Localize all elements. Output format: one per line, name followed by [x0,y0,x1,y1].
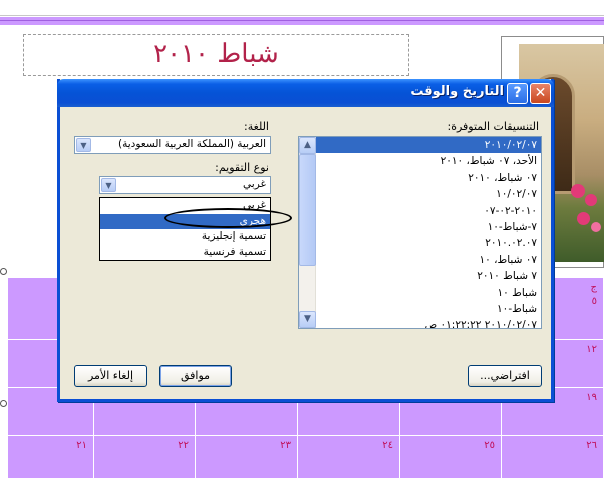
title-text-frame[interactable]: شباط ٢٠١٠ [23,34,409,76]
calendar-option[interactable]: تسمية فرنسية [100,245,270,261]
language-select[interactable]: العربية (المملكة العربية السعودية) ▼ [74,136,271,154]
chevron-down-icon[interactable]: ▼ [76,138,91,152]
format-item[interactable]: ٢٠١٠.٠٢.٠٧ [316,235,541,251]
calendar-type-value: غربي [243,178,266,190]
cancel-button[interactable]: إلغاء الأمر [74,365,147,387]
calendar-day-cell: ٢٢ [94,436,196,484]
format-item[interactable]: ٧ شباط ٢٠١٠ [316,268,541,284]
date-time-dialog: التاريخ والوقت ? ✕ التنسيقات المتوفرة: ٢… [57,79,554,402]
format-item[interactable]: ١٠/٠٢/٠٧ [316,186,541,202]
dialog-titlebar[interactable]: التاريخ والوقت ? ✕ [57,79,554,107]
formats-listbox[interactable]: ٢٠١٠/٠٢/٠٧ الأحد، ٠٧ شباط، ٢٠١٠ ٠٧ شباط، ٢… [298,136,542,329]
formats-label: التنسيقات المتوفرة: [447,120,539,133]
calendar-type-label: نوع التقويم: [215,161,269,174]
calendar-type-select[interactable]: غربي ▼ [99,176,271,194]
format-item[interactable]: ٢٠١٠-٠٢-٠٧ [316,203,541,219]
calendar-day-cell: ٢٤ [298,436,400,484]
formats-scrollbar[interactable]: ▲ ▼ [299,137,316,328]
scroll-thumb[interactable] [299,154,316,266]
format-item[interactable]: ٠٧ شباط، ٢٠١٠ [316,170,541,186]
calendar-day-cell: ٢٣ [196,436,298,484]
default-button[interactable]: افتراضي... [468,365,542,387]
format-item[interactable]: ٧-شباط-١٠ [316,219,541,235]
language-label: اللغة: [244,120,269,133]
selection-handle[interactable] [0,268,7,275]
help-button[interactable]: ? [507,83,528,104]
scroll-up-icon[interactable]: ▲ [299,137,316,154]
language-value: العربية (المملكة العربية السعودية) [118,138,266,150]
close-button[interactable]: ✕ [530,83,551,104]
publication-title: شباط ٢٠١٠ [153,39,279,69]
calendar-option[interactable]: تسمية إنجليزية [100,229,270,245]
calendar-day-cell: ٢٦ [502,436,604,484]
format-item[interactable]: شباط ١٠ [316,285,541,301]
format-item[interactable]: الأحد، ٠٧ شباط، ٢٠١٠ [316,153,541,169]
ruler-band [0,0,604,16]
ok-button[interactable]: موافق [159,365,232,387]
format-item[interactable]: ٢٠١٠/٠٢/٠٧ ٠١:٢٢:٢٢ ص [316,317,541,328]
format-item[interactable]: ٢٠١٠/٠٢/٠٧ [316,137,541,154]
chevron-down-icon[interactable]: ▼ [101,178,116,192]
dialog-title: التاريخ والوقت [410,84,504,99]
calendar-day-cell: ٢٥ [400,436,502,484]
header-color-bar [0,17,604,25]
annotation-ellipse [164,208,292,228]
calendar-type-dropdown[interactable]: غربي هجري تسمية إنجليزية تسمية فرنسية [99,197,271,261]
calendar-day-cell: ٢١ [0,436,94,484]
format-item[interactable]: ٠٧ شباط، ١٠ [316,252,541,268]
scroll-down-icon[interactable]: ▼ [299,311,316,328]
format-item[interactable]: شباط-١٠ [316,301,541,317]
